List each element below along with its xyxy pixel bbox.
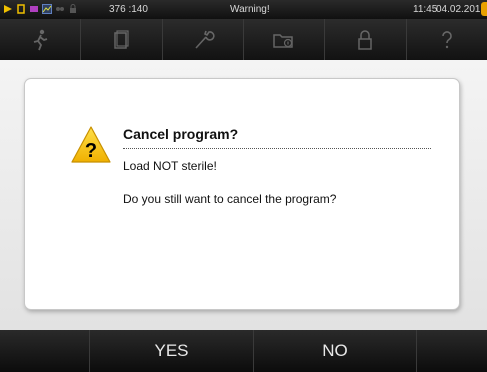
status-icons [3,4,78,14]
menu-bar [0,19,487,60]
run-program-icon [33,29,48,50]
dialog-message-line1: Load NOT sterile! [123,159,217,173]
dialog-title: Cancel program? [123,126,239,142]
program-icon [30,6,38,12]
status-time: 11:45 [413,4,438,15]
menu-settings[interactable] [163,19,244,60]
yes-button[interactable]: YES [90,330,254,372]
status-warning-text: Warning! [230,4,270,15]
lock-icon [358,29,373,50]
menu-lock[interactable] [325,19,407,60]
bottom-empty-right [417,330,487,372]
document-icon [114,29,130,49]
menu-help[interactable] [407,19,487,60]
svg-text:?: ? [85,140,97,162]
dialog-message-line2: Do you still want to cancel the program? [123,192,337,206]
help-icon [441,30,452,48]
lock-status-icon [70,4,76,13]
menu-documents[interactable] [81,19,163,60]
status-bar: 376 :140 Warning! 11:45 04.02.2016 [0,0,487,19]
menu-run-program[interactable] [0,19,82,60]
door-icon [17,4,25,14]
position-readout: 376 :140 [109,4,148,15]
bottom-bar: YES NO [0,330,487,372]
network-icon [56,7,64,11]
no-button[interactable]: NO [254,330,417,372]
play-icon [4,5,12,13]
main-area: ? Cancel program? Load NOT sterile! Do y… [0,60,487,330]
warning-question-icon: ? [71,126,111,163]
folder-info-icon [273,33,293,48]
bottom-empty-left [0,330,90,372]
warning-dialog: ? Cancel program? Load NOT sterile! Do y… [24,78,460,310]
menu-info[interactable] [244,19,326,60]
status-date: 04.02.2016 [436,4,487,15]
chart-icon [42,4,52,14]
status-indicator [481,2,487,16]
wrench-icon [195,30,215,49]
dialog-separator [123,148,431,149]
